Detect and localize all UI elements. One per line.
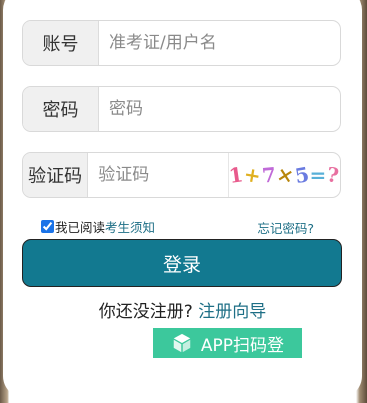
agreement-text: 我已阅读 <box>55 219 106 235</box>
register-prompt: 你还没注册? <box>98 302 193 322</box>
captcha-image[interactable]: 1 + 7 × 5 = ? <box>228 153 340 197</box>
exam-notice-link[interactable]: 考生须知 <box>105 217 155 236</box>
captcha-label: 验证码 <box>23 153 89 197</box>
account-field: 账号 <box>22 20 341 66</box>
account-input[interactable] <box>99 21 340 65</box>
account-label: 账号 <box>23 21 99 65</box>
password-input[interactable] <box>99 87 340 131</box>
register-guide-link[interactable]: 注册向导 <box>198 302 266 322</box>
captcha-char: = <box>309 163 328 187</box>
app-scan-label: APP扫码登 <box>200 335 285 356</box>
password-label: 密码 <box>23 87 99 131</box>
agreement-checkbox[interactable] <box>41 219 54 233</box>
forgot-password-link[interactable]: 忘记密码? <box>257 218 314 237</box>
cube-icon <box>173 333 191 353</box>
login-button[interactable]: 登录 <box>22 239 342 287</box>
password-field: 密码 <box>22 86 341 132</box>
register-row: 你还没注册? 注册向导 <box>0 297 365 322</box>
captcha-field: 验证码 1 + 7 × 5 = ? <box>22 152 341 198</box>
captcha-input[interactable] <box>88 153 229 197</box>
captcha-char: ? <box>325 162 341 188</box>
app-scan-login-button[interactable]: APP扫码登 <box>153 328 302 358</box>
